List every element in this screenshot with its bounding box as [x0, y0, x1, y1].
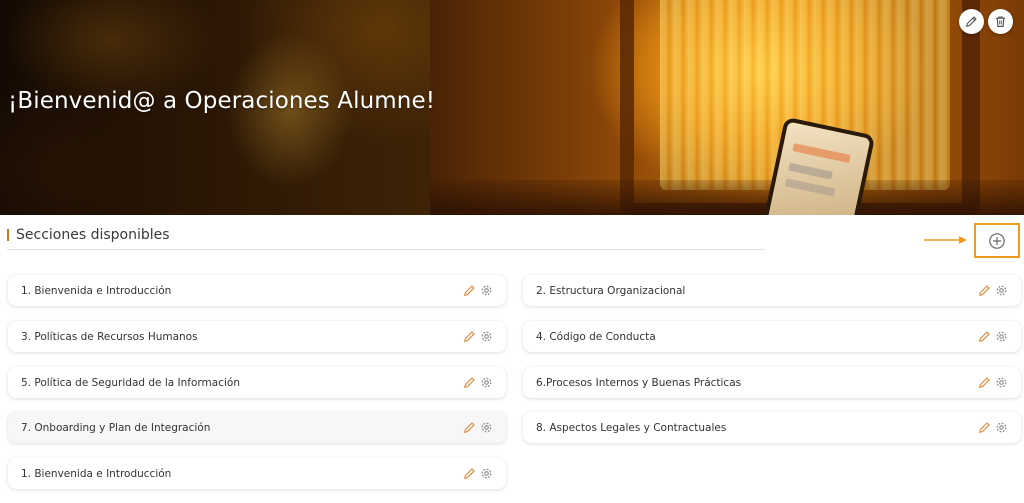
gear-icon: [996, 377, 1007, 388]
pencil-icon: [464, 422, 475, 433]
pencil-icon: [979, 377, 990, 388]
gear-icon: [481, 422, 492, 433]
section-card[interactable]: 2. Estructura Organizacional: [523, 275, 1021, 306]
sections-header: Secciones disponibles: [7, 227, 170, 243]
edit-section-button[interactable]: [978, 330, 991, 343]
settings-section-button[interactable]: [480, 421, 493, 434]
pencil-icon: [464, 468, 475, 479]
section-label: 1. Bienvenida e Introducción: [21, 284, 172, 297]
trash-icon: [996, 16, 1005, 27]
section-card[interactable]: 8. Aspectos Legales y Contractuales: [523, 412, 1021, 443]
settings-section-button[interactable]: [995, 376, 1008, 389]
sections-title: Secciones disponibles: [16, 227, 170, 243]
arrow-right-icon: [924, 236, 967, 244]
gear-icon: [481, 331, 492, 342]
section-label: 2. Estructura Organizacional: [536, 284, 686, 297]
delete-banner-button[interactable]: [988, 9, 1013, 34]
pencil-icon: [979, 331, 990, 342]
pencil-icon: [979, 422, 990, 433]
pencil-icon: [966, 16, 977, 27]
section-label: 4. Código de Conducta: [536, 330, 656, 343]
pencil-icon: [464, 377, 475, 388]
banner-title: ¡Bienvenid@ a Operaciones Alumne!: [8, 88, 436, 114]
banner-window-sill: [430, 180, 1024, 215]
section-card[interactable]: 6.Procesos Internos y Buenas Prácticas: [523, 367, 1021, 398]
settings-section-button[interactable]: [995, 284, 1008, 297]
edit-section-button[interactable]: [978, 421, 991, 434]
section-card[interactable]: 4. Código de Conducta: [523, 321, 1021, 352]
edit-section-button[interactable]: [463, 284, 476, 297]
section-card[interactable]: 5. Política de Seguridad de la Informaci…: [8, 367, 506, 398]
header-accent-mark: [7, 229, 9, 241]
section-label: 5. Política de Seguridad de la Informaci…: [21, 376, 240, 389]
section-card[interactable]: 7. Onboarding y Plan de Integración: [8, 412, 506, 443]
gear-icon: [996, 285, 1007, 296]
pencil-icon: [464, 285, 475, 296]
edit-section-button[interactable]: [463, 421, 476, 434]
section-label: 7. Onboarding y Plan de Integración: [21, 421, 211, 434]
settings-section-button[interactable]: [480, 284, 493, 297]
edit-section-button[interactable]: [463, 467, 476, 480]
settings-section-button[interactable]: [995, 421, 1008, 434]
edit-section-button[interactable]: [978, 284, 991, 297]
settings-section-button[interactable]: [480, 376, 493, 389]
gear-icon: [481, 377, 492, 388]
section-label: 6.Procesos Internos y Buenas Prácticas: [536, 376, 742, 389]
section-card[interactable]: 1. Bienvenida e Introducción: [8, 275, 506, 306]
pencil-icon: [979, 285, 990, 296]
section-card[interactable]: 3. Políticas de Recursos Humanos: [8, 321, 506, 352]
header-divider: [7, 249, 765, 250]
settings-section-button[interactable]: [480, 467, 493, 480]
edit-section-button[interactable]: [463, 330, 476, 343]
section-label: 3. Políticas de Recursos Humanos: [21, 330, 198, 343]
gear-icon: [481, 468, 492, 479]
add-section-button[interactable]: [974, 223, 1020, 258]
settings-section-button[interactable]: [480, 330, 493, 343]
section-label: 1. Bienvenida e Introducción: [21, 467, 172, 480]
gear-icon: [996, 331, 1007, 342]
hero-banner: ¡Bienvenid@ a Operaciones Alumne!: [0, 0, 1024, 215]
section-card[interactable]: 1. Bienvenida e Introducción: [8, 458, 506, 489]
edit-section-button[interactable]: [463, 376, 476, 389]
settings-section-button[interactable]: [995, 330, 1008, 343]
gear-icon: [996, 422, 1007, 433]
edit-banner-button[interactable]: [959, 9, 984, 34]
section-label: 8. Aspectos Legales y Contractuales: [536, 421, 727, 434]
gear-icon: [481, 285, 492, 296]
plus-circle-icon: [989, 232, 1005, 249]
pencil-icon: [464, 331, 475, 342]
edit-section-button[interactable]: [978, 376, 991, 389]
